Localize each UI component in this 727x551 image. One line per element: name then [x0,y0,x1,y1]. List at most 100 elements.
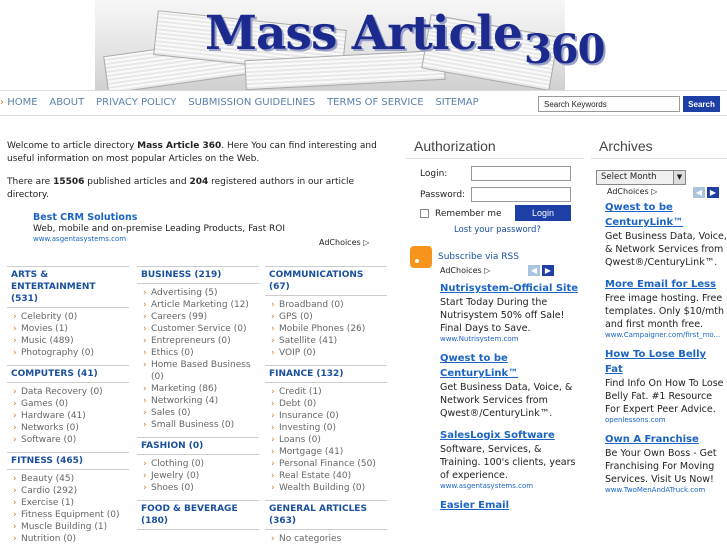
ad-next-icon[interactable]: ▶ [707,187,719,198]
subcategory-link[interactable]: Software (0) [13,434,129,446]
subcategory-link[interactable]: Sales (0) [143,407,259,419]
adchoices-link[interactable]: AdChoices ▷ [607,187,657,196]
subcategory-link[interactable]: Movies (1) [13,323,129,335]
adchoices-link[interactable]: AdChoices ▷ [319,238,369,247]
sidebar-ad-title[interactable]: Easier Email [440,498,580,513]
sidebar-ad[interactable]: Qwest to be CenturyLink™ Get Business Dat… [605,200,727,269]
login-field[interactable] [471,166,571,181]
subcategory-link[interactable]: VOIP (0) [271,347,387,359]
subcategory-link[interactable]: Networks (0) [13,422,129,434]
subcategory-link[interactable]: Broadband (0) [271,299,387,311]
subcategory-link[interactable]: Marketing (86) [143,383,259,395]
remember-me-checkbox[interactable] [420,209,429,218]
subcategory-link[interactable]: Jewelry (0) [143,470,259,482]
subcategory-link[interactable]: Fitness Equipment (0) [13,509,129,521]
subcategory-link[interactable]: Games (0) [13,398,129,410]
remember-me[interactable]: Remember me [420,209,502,219]
subcategory-link[interactable]: Wealth Building (0) [271,482,387,494]
site-logo[interactable]: Mass Article360 [205,6,605,73]
sidebar-ad-title[interactable]: How To Lose Belly Fat [605,347,727,377]
sidebar-ad[interactable]: Nutrisystem-Official Site Start Today Dur… [440,281,580,343]
sidebar-ad[interactable]: Qwest to be CenturyLink™ Get Business Dat… [440,351,580,420]
month-select[interactable]: Select Month ▼ [596,170,686,185]
sidebar-ad-url[interactable]: www.TwoMenAndATruck.com [605,486,727,494]
rss-label[interactable]: Subscribe via RSS [438,252,519,262]
nav-submission-guidelines[interactable]: SUBMISSION GUIDELINES [188,97,315,108]
subcategory-link[interactable]: Cardio (292) [13,485,129,497]
subcategory-link[interactable]: Credit (1) [271,386,387,398]
sidebar-ad[interactable]: Own A Franchise Be Your Own Boss - Get Fr… [605,432,727,494]
subcategory-link[interactable]: Customer Service (0) [143,323,259,335]
subcategory-link[interactable]: Entrepreneurs (0) [143,335,259,347]
subcategory-link[interactable]: Beauty (45) [13,473,129,485]
category-heading[interactable]: COMMUNICATIONS (67) [265,266,387,296]
category-heading[interactable]: GENERAL ARTICLES (363) [265,500,387,530]
nav-terms-of-service[interactable]: TERMS OF SERVICE [327,97,424,108]
subcategory-link[interactable]: No categories [271,533,387,545]
subcategory-link[interactable]: Hardware (41) [13,410,129,422]
subcategory-link[interactable]: Debt (0) [271,398,387,410]
subcategory-link[interactable]: Mobile Phones (26) [271,323,387,335]
password-field[interactable] [471,187,571,202]
subcategory-link[interactable]: Mortgage (41) [271,446,387,458]
sidebar-ad-title[interactable]: More Email for Less [605,277,727,292]
nav-privacy-policy[interactable]: PRIVACY POLICY [96,97,176,108]
subcategory-link[interactable]: Advertising (5) [143,287,259,299]
sidebar-ad-url[interactable]: www.asgentasystems.com [440,482,580,490]
sidebar-ad-title[interactable]: Own A Franchise [605,432,727,447]
sidebar-ad[interactable]: How To Lose Belly Fat Find Info On How To… [605,347,727,424]
subcategory-link[interactable]: Muscle Building (1) [13,521,129,533]
search-button[interactable]: Search [683,96,720,112]
ad-next-icon[interactable]: ▶ [542,265,554,276]
subcategory-link[interactable]: Home Based Business (0) [143,359,259,383]
subcategory-link[interactable]: Music (489) [13,335,129,347]
sidebar-ad-title[interactable]: Qwest to be CenturyLink™ [440,351,580,381]
subcategory-link[interactable]: Clothing (0) [143,458,259,470]
subcategory-link[interactable]: Careers (99) [143,311,259,323]
login-button[interactable]: Login [515,205,571,221]
subcategory-link[interactable]: Small Business (0) [143,419,259,431]
adchoices-link[interactable]: AdChoices ▷ [440,266,490,275]
subcategory-link[interactable]: Investing (0) [271,422,387,434]
category-heading[interactable]: FINANCE (132) [265,365,387,383]
sidebar-ad-url[interactable]: www.Nutrisystem.com [440,335,580,343]
lost-password-link[interactable]: Lost your password? [454,225,541,235]
sidebar-ad[interactable]: Easier Email [440,498,580,513]
nav-about[interactable]: ABOUT [49,97,84,108]
subcategory-link[interactable]: Satellite (41) [271,335,387,347]
subcategory-link[interactable]: Nutrition (0) [13,533,129,545]
subcategory-link[interactable]: Article Marketing (12) [143,299,259,311]
subcategory-link[interactable]: Data Recovery (0) [13,386,129,398]
subcategory-link[interactable]: Ethics (0) [143,347,259,359]
category-heading[interactable]: ARTS & ENTERTAINMENT (531) [7,266,129,308]
subcategory-link[interactable]: Networking (4) [143,395,259,407]
category-heading[interactable]: BUSINESS (219) [137,266,259,284]
subcategory-link[interactable]: Personal Finance (50) [271,458,387,470]
subcategory-link[interactable]: Real Estate (40) [271,470,387,482]
sidebar-ad-url[interactable]: openlessons.com [605,416,727,424]
sidebar-ad[interactable]: SalesLogix Software Software, Services, &… [440,428,580,490]
nav-home[interactable]: HOME [0,97,38,108]
category-heading[interactable]: FITNESS (465) [7,452,129,470]
sidebar-ad-title[interactable]: Qwest to be CenturyLink™ [605,200,727,230]
category-heading[interactable]: COMPUTERS (41) [7,365,129,383]
subcategory-link[interactable]: Loans (0) [271,434,387,446]
subcategory-link[interactable]: Celebrity (0) [13,311,129,323]
ad-prev-icon[interactable]: ◀ [693,187,705,198]
subcategory-link[interactable]: Insurance (0) [271,410,387,422]
ad-title[interactable]: Best CRM Solutions [33,212,397,223]
search-input[interactable] [538,96,680,112]
subcategory-link[interactable]: Shoes (0) [143,482,259,494]
sidebar-ad[interactable]: More Email for Less Free image hosting. F… [605,277,727,339]
subcategory-link[interactable]: GPS (0) [271,311,387,323]
nav-sitemap[interactable]: SITEMAP [435,97,478,108]
ad-prev-icon[interactable]: ◀ [528,265,540,276]
category-heading[interactable]: FOOD & BEVERAGE (180) [137,500,259,530]
chevron-down-icon[interactable]: ▼ [673,171,685,184]
sidebar-ad-url[interactable]: www.Campaigner.com/first_mo... [605,331,727,339]
rss-icon[interactable] [410,246,432,268]
subcategory-link[interactable]: Exercise (1) [13,497,129,509]
subcategory-link[interactable]: Photography (0) [13,347,129,359]
category-heading[interactable]: FASHION (0) [137,437,259,455]
sidebar-ad-title[interactable]: SalesLogix Software [440,428,580,443]
